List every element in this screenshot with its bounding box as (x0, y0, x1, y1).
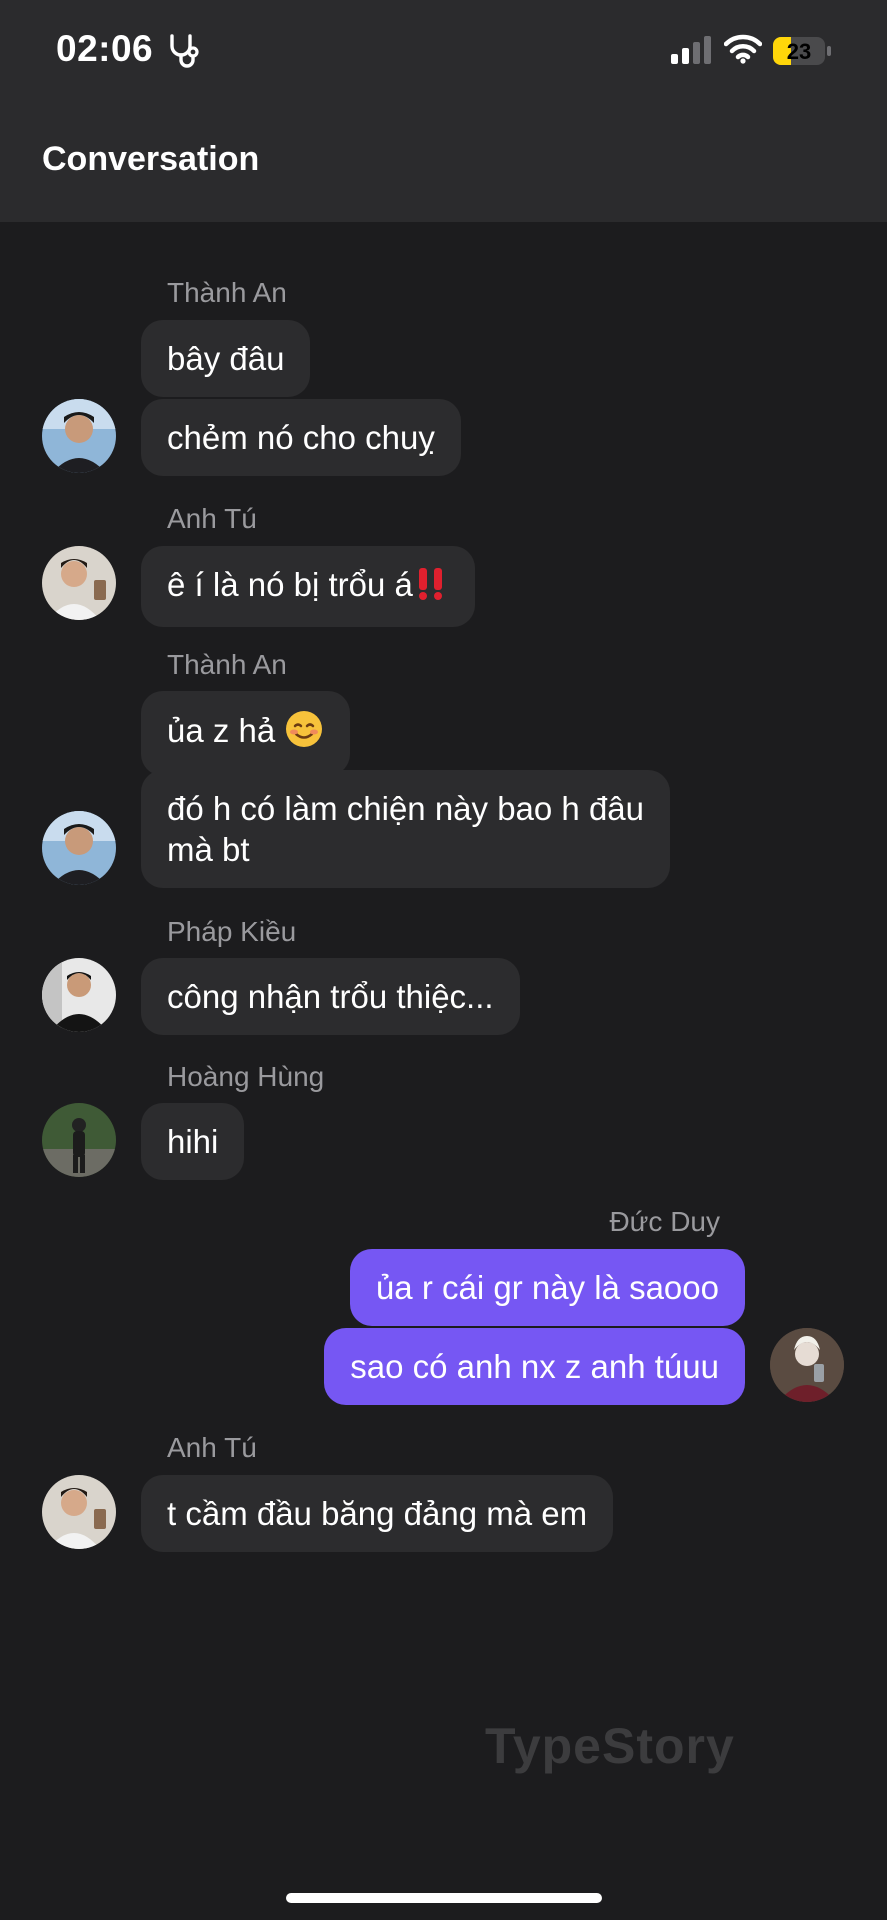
message-line: đó h có làm chiện này bao h đâu (167, 790, 645, 827)
sender-name: Anh Tú (167, 503, 257, 534)
battery-level: 23 (787, 39, 811, 64)
message-bubble[interactable]: bây đâu (141, 320, 311, 397)
stethoscope-icon (166, 32, 204, 75)
avatar-phap-kieu[interactable] (42, 958, 116, 1032)
page-title: Conversation (42, 140, 260, 178)
message-text: ê í là nó bị trổu á (167, 566, 413, 603)
avatar-thanh-an[interactable] (42, 399, 116, 473)
avatar-anh-tu[interactable] (42, 546, 116, 620)
double-exclamation-emoji (413, 566, 449, 609)
sender-name: Thành An (167, 277, 287, 308)
sender-name: Anh Tú (167, 1432, 257, 1463)
message-bubble[interactable]: hihi (141, 1103, 245, 1180)
message-bubble[interactable]: chẻm nó cho chuỵ (141, 399, 461, 476)
avatar-duc-duy[interactable] (770, 1328, 844, 1402)
battery-icon: 23 (772, 36, 832, 71)
avatar-anh-tu[interactable] (42, 1475, 116, 1549)
message-bubble-own[interactable]: sao có anh nx z anh túuu (324, 1328, 745, 1405)
sender-name: Đức Duy (609, 1206, 720, 1237)
smiling-emoji (284, 709, 324, 758)
message-bubble[interactable]: đó h có làm chiện này bao h đâu mà bt (141, 770, 671, 888)
avatar-hoang-hung[interactable] (42, 1103, 116, 1177)
header: 02:06 23 Conversation (0, 0, 887, 222)
wifi-icon (723, 34, 763, 69)
message-bubble[interactable]: ê í là nó bị trổu á (141, 546, 475, 627)
message-bubble[interactable]: t cầm đầu băng đảng mà em (141, 1475, 614, 1552)
message-bubble[interactable]: ủa z hả (141, 691, 351, 776)
sender-name: Thành An (167, 649, 287, 680)
message-line: mà bt (167, 831, 250, 868)
message-bubble[interactable]: công nhận trổu thiệc... (141, 958, 520, 1035)
home-indicator[interactable] (286, 1893, 602, 1903)
message-bubble-own[interactable]: ủa r cái gr này là saooo (349, 1249, 745, 1326)
watermark: TypeStory (485, 1718, 735, 1774)
message-text: ủa z hả (167, 712, 276, 750)
cellular-signal-icon (671, 36, 713, 69)
avatar-thanh-an[interactable] (42, 811, 116, 885)
sender-name: Pháp Kiều (167, 916, 297, 947)
sender-name: Hoàng Hùng (167, 1061, 325, 1092)
status-time: 02:06 (56, 28, 154, 69)
